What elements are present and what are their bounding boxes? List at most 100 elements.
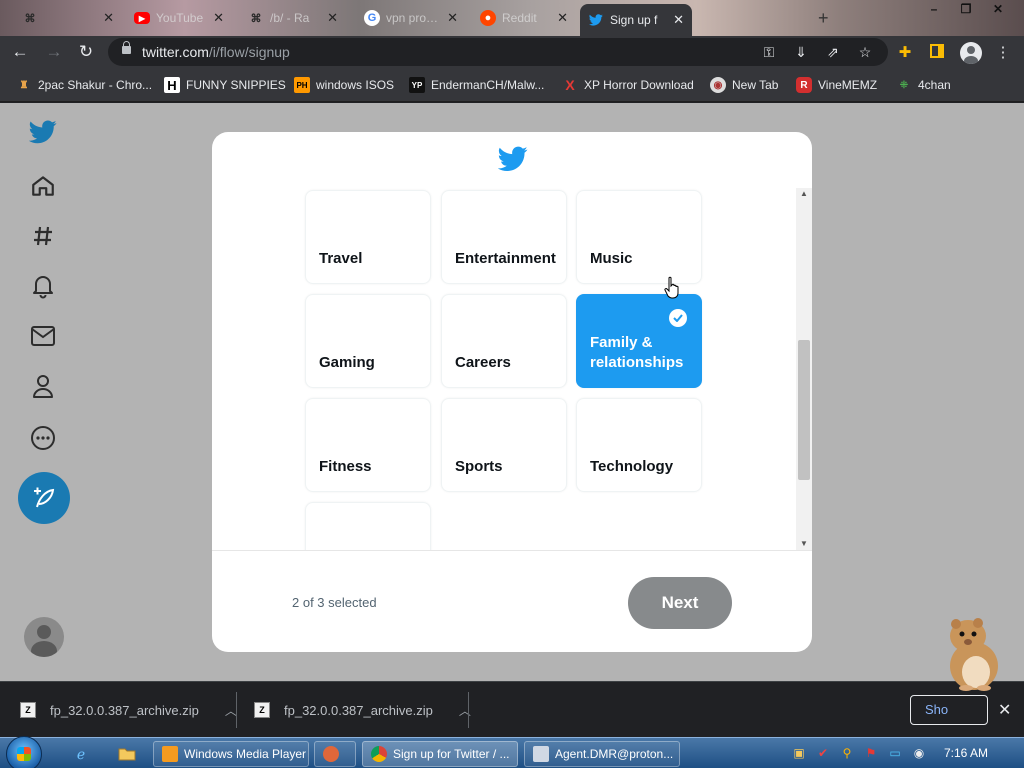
scroll-down-arrow-icon[interactable]: ▼ <box>796 538 812 550</box>
chevron-up-icon[interactable]: ︿ <box>459 702 471 719</box>
folder-icon[interactable] <box>116 743 138 765</box>
new-tab-button[interactable]: + <box>818 8 829 29</box>
tab-twitter-signup[interactable]: Sign up f ✕ <box>580 4 692 36</box>
chrome-icon <box>371 746 387 762</box>
bookmark-item[interactable]: ♜ 2pac Shakur - Chro... <box>16 76 153 94</box>
topics-grid: Travel Entertainment Music Gaming Career… <box>212 188 812 550</box>
tab-youtube[interactable]: ▶ YouTube ✕ <box>126 4 232 32</box>
x-logo-icon: X <box>565 77 575 93</box>
tab-google[interactable]: G vpn proton ✕ <box>356 4 466 32</box>
show-all-button[interactable]: Sho <box>910 695 988 725</box>
tab-reddit[interactable]: ● Reddit ✕ <box>472 4 576 32</box>
start-orb-icon[interactable] <box>6 736 42 768</box>
maximize-icon[interactable]: ❐ <box>950 0 982 18</box>
scroll-up-arrow-icon[interactable]: ▲ <box>796 188 812 200</box>
topic-travel[interactable]: Travel <box>305 190 431 284</box>
lock-icon <box>122 41 131 54</box>
youtube-icon: ▶ <box>134 12 150 24</box>
notifications-bell-icon[interactable] <box>28 271 58 301</box>
key-icon[interactable]: ⚿ <box>760 43 778 61</box>
bookmark-item[interactable]: YP EndermanCH/Malw... <box>409 76 544 94</box>
install-icon[interactable]: ⇓ <box>792 43 810 61</box>
more-circle-icon[interactable] <box>28 423 58 453</box>
selection-count: 2 of 3 selected <box>292 595 377 610</box>
next-button[interactable]: Next <box>628 577 732 629</box>
topic-music[interactable]: Music <box>576 190 702 284</box>
internet-explorer-icon[interactable]: ℯ <box>70 743 92 765</box>
taskbar-app[interactable] <box>314 741 356 767</box>
downloads-bar: Z fp_32.0.0.387_archive.zip ︿ Z fp_32.0.… <box>0 681 1024 737</box>
zip-file-icon: Z <box>20 702 36 718</box>
scrollbar-thumb[interactable] <box>798 340 810 480</box>
taskbar-mail[interactable]: Agent.DMR@proton... <box>524 741 680 767</box>
url-text[interactable]: twitter.com/i/flow/signup <box>142 44 290 60</box>
topic-careers[interactable]: Careers <box>441 294 567 388</box>
side-panel-icon[interactable] <box>928 44 946 62</box>
close-icon[interactable]: ✕ <box>327 10 338 26</box>
download-item[interactable]: Z fp_32.0.0.387_archive.zip ︿ <box>0 682 237 738</box>
topic-sports[interactable]: Sports <box>441 398 567 492</box>
bookmark-item[interactable]: ⁜ 4chan <box>896 76 951 94</box>
download-item[interactable]: Z fp_32.0.0.387_archive.zip ︿ <box>234 682 471 738</box>
account-avatar-button[interactable] <box>24 617 64 657</box>
profile-person-icon[interactable] <box>28 371 58 401</box>
share-icon[interactable]: ⇗ <box>824 43 842 61</box>
clock[interactable]: 7:16 AM <box>944 746 988 760</box>
bookmark-item[interactable]: R VineMEMZ <box>796 76 877 94</box>
ph-logo-icon: PH <box>294 77 310 93</box>
tray-monitor-icon[interactable]: ▭ <box>886 744 904 762</box>
bookmark-item[interactable]: PH windows ISOS <box>294 76 394 94</box>
close-icon[interactable]: ✕ <box>213 10 224 26</box>
bookmark-star-icon[interactable]: ☆ <box>856 43 874 61</box>
twitter-logo-icon[interactable] <box>28 117 58 147</box>
forward-icon[interactable]: → <box>44 42 64 62</box>
twitter-page-overlay: Travel Entertainment Music Gaming Career… <box>0 103 1024 681</box>
twitter-left-nav <box>0 103 90 681</box>
twitter-logo-icon <box>497 146 528 172</box>
extensions-icon[interactable]: ✚ <box>896 44 914 62</box>
topic-family-relationships[interactable]: Family & relationships <box>576 294 702 388</box>
close-window-icon[interactable]: ✕ <box>982 0 1014 18</box>
checkmark-icon <box>669 309 687 327</box>
topic-fitness[interactable]: Fitness <box>305 398 431 492</box>
explore-hashtag-icon[interactable] <box>28 221 58 251</box>
topic-technology[interactable]: Technology <box>576 398 702 492</box>
address-bar[interactable]: twitter.com/i/flow/signup ⚿ ⇓ ⇗ ☆ <box>108 38 888 66</box>
r-logo-icon: R <box>796 77 812 93</box>
compose-tweet-button[interactable] <box>18 472 70 524</box>
bookmark-item[interactable]: X XP Horror Download <box>562 76 694 94</box>
clover-icon: ⁜ <box>899 79 909 91</box>
topic-entertainment[interactable]: Entertainment <box>441 190 567 284</box>
close-icon[interactable]: ✕ <box>673 12 684 28</box>
topic-partial[interactable] <box>305 502 431 550</box>
home-icon[interactable] <box>28 171 58 201</box>
topic-gaming[interactable]: Gaming <box>305 294 431 388</box>
tray-tools-icon[interactable]: ✔ <box>814 744 832 762</box>
tray-volume-icon[interactable]: ◉ <box>910 744 928 762</box>
bookmark-item[interactable]: H FUNNY SNIPPIES <box>164 76 286 94</box>
messages-envelope-icon[interactable] <box>28 321 58 351</box>
tab-1[interactable]: ⌘ ✕ <box>14 4 122 32</box>
tray-flag-icon[interactable]: ⚑ <box>862 744 880 762</box>
yp-logo-icon: YP <box>409 77 425 93</box>
tray-search-icon[interactable]: ⚲ <box>838 744 856 762</box>
tray-app-icon[interactable]: ▣ <box>790 744 808 762</box>
close-icon[interactable]: ✕ <box>103 10 114 26</box>
feather-plus-icon <box>34 487 55 508</box>
bookmark-item[interactable]: ◉ New Tab <box>710 76 778 94</box>
minimize-icon[interactable]: – <box>918 0 950 18</box>
taskbar-chrome[interactable]: Sign up for Twitter / ... <box>362 741 518 767</box>
tab-b[interactable]: ⌘ /b/ - Ra ✕ <box>240 4 346 32</box>
menu-kebab-icon[interactable]: ⋮ <box>994 44 1012 62</box>
reload-icon[interactable]: ↻ <box>76 42 96 62</box>
back-icon[interactable]: ← <box>10 42 30 62</box>
grid-icon: ⌘ <box>250 12 262 25</box>
profile-avatar-icon[interactable] <box>960 42 982 64</box>
close-icon[interactable]: ✕ <box>998 700 1011 720</box>
windows-taskbar: ℯ Windows Media Player Sign up for Twitt… <box>0 736 1024 768</box>
close-icon[interactable]: ✕ <box>557 10 568 26</box>
taskbar-windows-media-player[interactable]: Windows Media Player <box>153 741 309 767</box>
media-player-icon <box>162 746 178 762</box>
close-icon[interactable]: ✕ <box>447 10 458 26</box>
hamster-desktop-pet[interactable] <box>936 616 1008 692</box>
